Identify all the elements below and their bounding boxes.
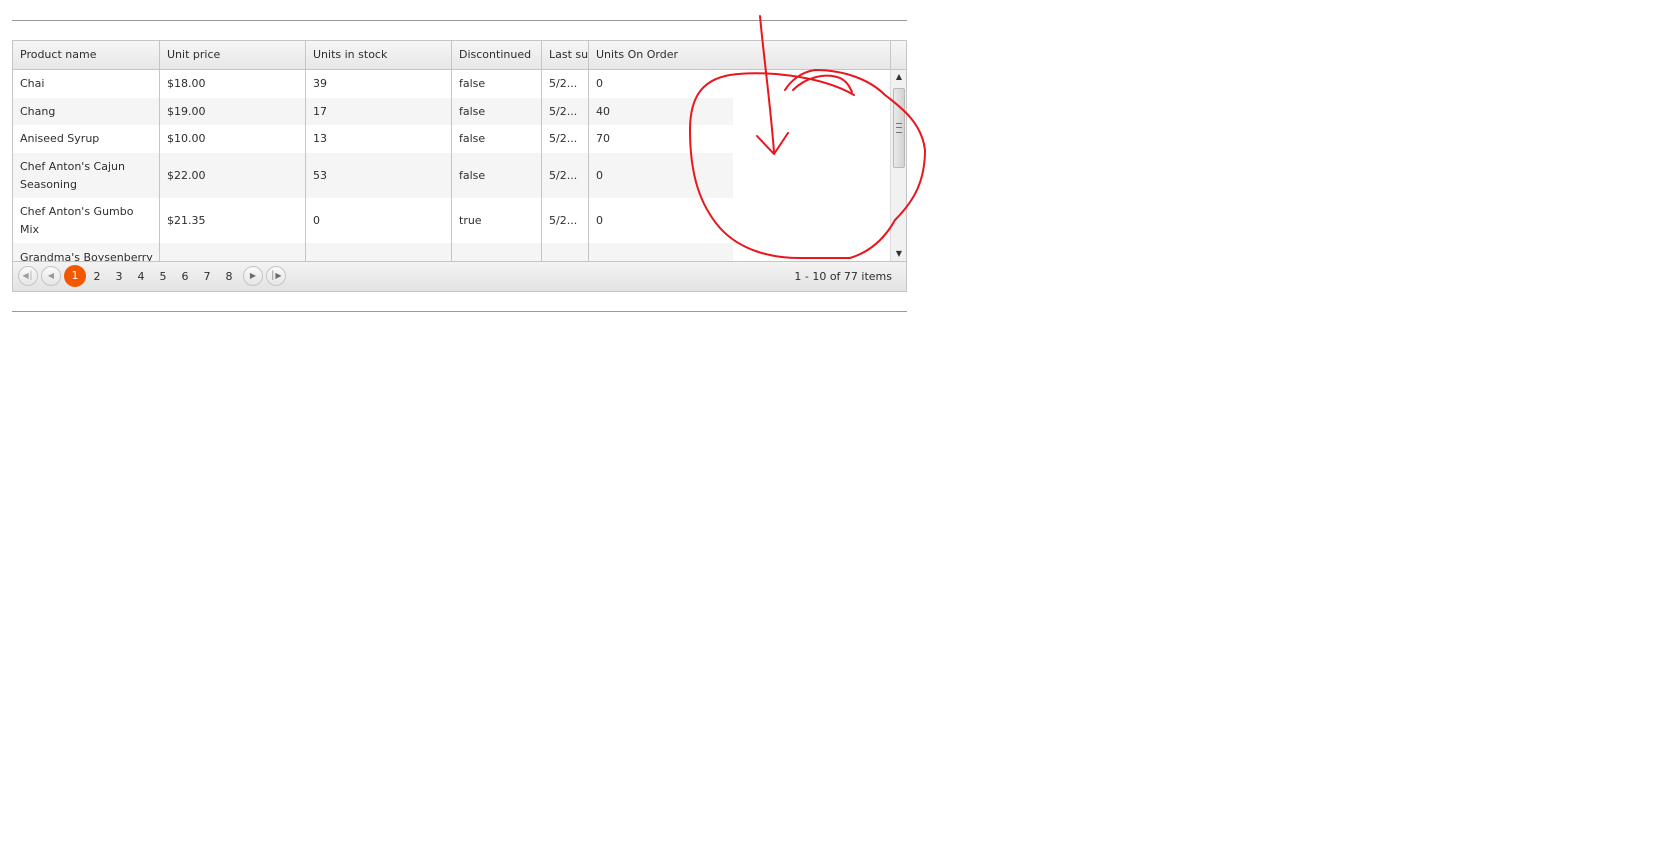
cell-discontinued: false [451, 153, 541, 198]
cell-unit-price: $18.00 [159, 70, 305, 98]
first-page-icon[interactable]: ◀│ [18, 266, 38, 286]
cell-units-in-stock: 13 [305, 125, 451, 153]
cell-last-supply: 5/2... [541, 125, 588, 153]
page-number-current[interactable]: 1 [64, 265, 86, 287]
page-number[interactable]: 8 [218, 266, 240, 288]
cell-units-in-stock [305, 243, 451, 261]
cell-product-name: Chang [20, 104, 56, 118]
page-number[interactable]: 5 [152, 266, 174, 288]
cell-unit-price: $10.00 [159, 125, 305, 153]
table-row[interactable]: Chef Anton's Cajun Seasoning $22.00 53 f… [13, 153, 733, 198]
cell-last-supply: 5/2... [541, 153, 588, 198]
cell-product-name: Chef Anton's Cajun Seasoning [20, 159, 125, 191]
column-header-units-in-stock[interactable]: Units in stock [305, 41, 451, 69]
last-page-icon[interactable]: │▶ [266, 266, 286, 286]
top-divider [12, 20, 907, 21]
scroll-down-icon[interactable]: ▼ [891, 247, 906, 261]
column-header-unit-price[interactable]: Unit price [159, 41, 305, 69]
grid-pager: ◀│ ◀ 1 2 3 4 5 6 7 8 ▶ │▶ 1 - 10 of 77 i… [13, 261, 906, 291]
cell-discontinued: false [451, 98, 541, 125]
cell-units-on-order [588, 243, 733, 261]
vertical-scrollbar[interactable]: ▲ ▼ [890, 70, 906, 261]
cell-unit-price [159, 243, 305, 261]
scroll-up-icon[interactable]: ▲ [891, 70, 906, 84]
cell-units-on-order: 0 [588, 153, 733, 198]
cell-product-name: Grandma's Boysenberry [20, 251, 153, 261]
page-number[interactable]: 7 [196, 266, 218, 288]
cell-unit-price: $21.35 [159, 198, 305, 243]
column-header-product-name[interactable]: Product name [13, 41, 159, 69]
table-row[interactable]: Aniseed Syrup $10.00 13 false 5/2... 70 [13, 125, 733, 153]
cell-discontinued: false [451, 125, 541, 153]
pager-info: 1 - 10 of 77 items [794, 270, 892, 283]
column-header-last-supply[interactable]: Last su [541, 41, 588, 69]
cell-unit-price: $19.00 [159, 98, 305, 125]
page-number[interactable]: 6 [174, 266, 196, 288]
scroll-thumb-grip-icon [896, 123, 902, 133]
cell-units-in-stock: 53 [305, 153, 451, 198]
cell-units-in-stock: 0 [305, 198, 451, 243]
header-scroll-gutter [890, 41, 906, 69]
cell-discontinued [451, 243, 541, 261]
grid-header: Product name Unit price Units in stock D… [13, 41, 906, 70]
cell-units-on-order: 70 [588, 125, 733, 153]
column-header-units-on-order[interactable]: Units On Order [588, 41, 890, 69]
cell-last-supply [541, 243, 588, 261]
cell-product-name: Chai [20, 77, 45, 90]
cell-unit-price: $22.00 [159, 153, 305, 198]
cell-units-in-stock: 17 [305, 98, 451, 125]
grid-body: Chai $18.00 39 false 5/2... 0 Chang $19.… [13, 70, 890, 261]
cell-last-supply: 5/2... [541, 98, 588, 125]
cell-product-name: Aniseed Syrup [20, 132, 100, 145]
cell-units-on-order: 0 [588, 198, 733, 243]
bottom-divider [12, 311, 907, 312]
prev-page-icon[interactable]: ◀ [41, 266, 61, 286]
cell-units-on-order: 40 [588, 98, 733, 125]
page-number[interactable]: 2 [86, 266, 108, 288]
table-row[interactable]: Chai $18.00 39 false 5/2... 0 [13, 70, 733, 98]
cell-discontinued: false [451, 70, 541, 98]
table-row[interactable]: Chang $19.00 17 false 5/2... 40 [13, 98, 733, 125]
products-grid: Product name Unit price Units in stock D… [12, 40, 907, 292]
cell-units-in-stock: 39 [305, 70, 451, 98]
table-row[interactable]: Chef Anton's Gumbo Mix $21.35 0 true 5/2… [13, 198, 733, 243]
page-number[interactable]: 4 [130, 266, 152, 288]
cell-product-name: Chef Anton's Gumbo Mix [20, 204, 134, 236]
cell-last-supply: 5/2... [541, 198, 588, 243]
scroll-thumb[interactable] [893, 88, 905, 168]
cell-last-supply: 5/2... [541, 70, 588, 98]
table-row[interactable]: Grandma's Boysenberry [13, 243, 733, 261]
column-header-discontinued[interactable]: Discontinued [451, 41, 541, 69]
cell-discontinued: true [451, 198, 541, 243]
cell-units-on-order: 0 [588, 70, 733, 98]
page-number[interactable]: 3 [108, 266, 130, 288]
next-page-icon[interactable]: ▶ [243, 266, 263, 286]
